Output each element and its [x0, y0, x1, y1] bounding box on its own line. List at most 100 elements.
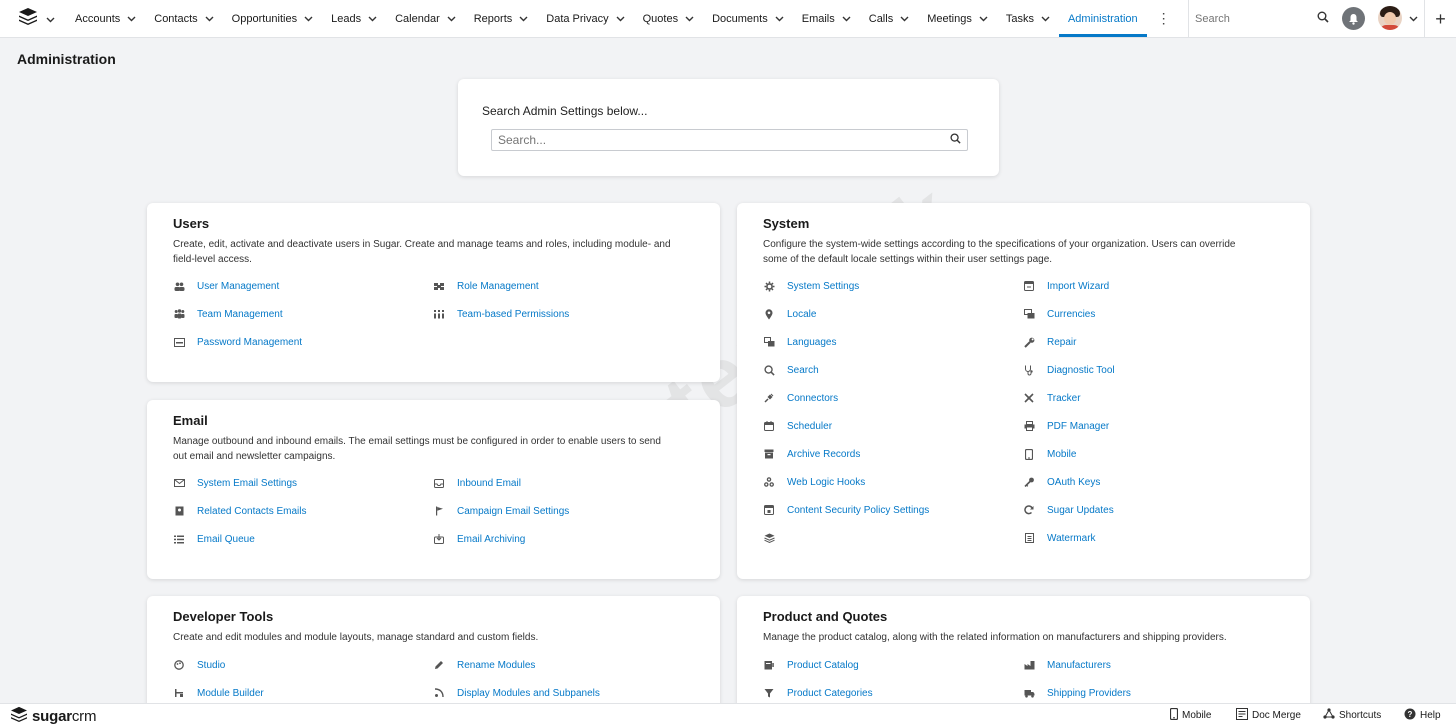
- link-diagnostic-tool[interactable]: Diagnostic Tool: [1023, 364, 1115, 376]
- footer-shortcuts-button[interactable]: Shortcuts: [1323, 708, 1381, 723]
- link-system-email-settings[interactable]: System Email Settings: [173, 477, 297, 489]
- link-sugar-updates[interactable]: Sugar Updates: [1023, 504, 1114, 516]
- link-user-management[interactable]: User Management: [173, 280, 279, 292]
- link-mobile[interactable]: Mobile: [1023, 448, 1076, 460]
- notifications-bell-icon[interactable]: [1342, 7, 1365, 30]
- password-icon: [173, 336, 185, 348]
- link-system-settings[interactable]: System Settings: [763, 280, 859, 292]
- chevron-down-icon[interactable]: [685, 13, 694, 25]
- search-icon[interactable]: [1317, 10, 1329, 28]
- link-manufacturers[interactable]: Manufacturers: [1023, 659, 1111, 671]
- nav-meetings[interactable]: Meetings: [918, 0, 997, 38]
- nav-documents[interactable]: Documents: [703, 0, 793, 38]
- link-campaign-email-settings[interactable]: Campaign Email Settings: [433, 505, 569, 517]
- avatar: [1378, 6, 1402, 30]
- link-email-archiving[interactable]: Email Archiving: [433, 533, 525, 545]
- more-modules-button[interactable]: ⋮: [1153, 10, 1175, 27]
- link-currencies[interactable]: Currencies: [1023, 308, 1095, 320]
- calendar-icon: [763, 420, 775, 432]
- link-archive-records[interactable]: Archive Records: [763, 448, 860, 460]
- link-team-based-permissions[interactable]: Team-based Permissions: [433, 308, 569, 320]
- printer-icon: [1023, 420, 1035, 432]
- nav-calendar[interactable]: Calendar: [386, 0, 465, 38]
- chevron-down-icon[interactable]: [775, 13, 784, 25]
- link-unlabeled-stack[interactable]: [763, 532, 787, 544]
- nav-leads[interactable]: Leads: [322, 0, 386, 38]
- link-display-modules-and-subpanels[interactable]: Display Modules and Subpanels: [433, 687, 600, 699]
- link-watermark[interactable]: Watermark: [1023, 532, 1096, 544]
- nav-calls[interactable]: Calls: [860, 0, 918, 38]
- chevron-down-icon[interactable]: [519, 13, 528, 25]
- link-content-security-policy-settings[interactable]: Content Security Policy Settings: [763, 504, 929, 516]
- chevron-down-icon[interactable]: [616, 13, 625, 25]
- footer-doc-merge-button[interactable]: Doc Merge: [1236, 708, 1301, 723]
- shield-window-icon: [763, 504, 775, 516]
- sugar-home-menu[interactable]: [0, 0, 66, 38]
- link-team-management[interactable]: Team Management: [173, 308, 283, 320]
- chevron-down-icon[interactable]: [304, 13, 313, 25]
- chevron-down-icon[interactable]: [127, 13, 136, 25]
- section-description: Manage the product catalog, along with t…: [763, 632, 1227, 643]
- sugarcrm-logo[interactable]: sugarcrm: [10, 706, 96, 726]
- quick-create-plus-icon[interactable]: +: [1424, 0, 1456, 38]
- chevron-down-icon[interactable]: [205, 13, 214, 25]
- user-profile-menu[interactable]: [1378, 6, 1418, 30]
- chevron-down-icon[interactable]: [900, 13, 909, 25]
- link-locale[interactable]: Locale: [763, 308, 816, 320]
- link-pdf-manager[interactable]: PDF Manager: [1023, 420, 1109, 432]
- section-description: Configure the system-wide settings accor…: [763, 239, 1236, 265]
- footer-mobile-button[interactable]: Mobile: [1169, 707, 1211, 723]
- nav-administration-label: Administration: [1067, 12, 1138, 25]
- link-inbound-email[interactable]: Inbound Email: [433, 477, 521, 489]
- brand-name-light: crm: [71, 708, 97, 725]
- nav-reports[interactable]: Reports: [465, 0, 538, 38]
- link-rename-modules[interactable]: Rename Modules: [433, 659, 535, 671]
- link-connectors[interactable]: Connectors: [763, 392, 838, 404]
- search-icon[interactable]: [950, 131, 961, 149]
- admin-search-card: Search Admin Settings below...: [458, 79, 999, 176]
- stethoscope-icon: [1023, 364, 1035, 376]
- nav-administration[interactable]: Administration: [1058, 0, 1147, 38]
- link-studio[interactable]: Studio: [173, 659, 225, 671]
- admin-search-label: Search Admin Settings below...: [482, 104, 648, 118]
- nav-calendar-label: Calendar: [395, 12, 440, 25]
- link-scheduler[interactable]: Scheduler: [763, 420, 832, 432]
- chevron-down-icon[interactable]: [447, 13, 456, 25]
- page-title: Administration: [17, 51, 116, 67]
- link-oauth-keys[interactable]: OAuth Keys: [1023, 476, 1100, 488]
- link-repair[interactable]: Repair: [1023, 336, 1076, 348]
- nav-emails-label: Emails: [801, 12, 835, 25]
- nav-accounts[interactable]: Accounts: [66, 0, 145, 38]
- admin-search-input[interactable]: [498, 133, 950, 147]
- link-role-management[interactable]: Role Management: [433, 280, 539, 292]
- link-languages[interactable]: Languages: [763, 336, 837, 348]
- link-product-catalog[interactable]: Product Catalog: [763, 659, 859, 671]
- webhook-icon: [763, 476, 775, 488]
- factory-icon: [1023, 659, 1035, 671]
- link-related-contacts-emails[interactable]: Related Contacts Emails: [173, 505, 307, 517]
- link-import-wizard[interactable]: Import Wizard: [1023, 280, 1109, 292]
- link-module-builder[interactable]: Module Builder: [173, 687, 264, 699]
- link-tracker[interactable]: Tracker: [1023, 392, 1081, 404]
- link-password-management[interactable]: Password Management: [173, 336, 302, 348]
- link-web-logic-hooks[interactable]: Web Logic Hooks: [763, 476, 865, 488]
- link-product-categories[interactable]: Product Categories: [763, 687, 873, 699]
- link-email-queue[interactable]: Email Queue: [173, 533, 255, 545]
- nav-quotes[interactable]: Quotes: [634, 0, 703, 38]
- flag-icon: [433, 505, 445, 517]
- chevron-down-icon[interactable]: [1041, 13, 1050, 25]
- chevron-down-icon[interactable]: [368, 13, 377, 25]
- nav-tasks[interactable]: Tasks: [997, 0, 1059, 38]
- refresh-icon: [1023, 504, 1035, 516]
- chevron-down-icon[interactable]: [842, 13, 851, 25]
- global-search-input[interactable]: [1195, 13, 1313, 25]
- link-search-settings[interactable]: Search: [763, 364, 819, 376]
- global-search: [1188, 0, 1336, 38]
- chevron-down-icon[interactable]: [979, 13, 988, 25]
- link-shipping-providers[interactable]: Shipping Providers: [1023, 687, 1131, 699]
- nav-data-privacy[interactable]: Data Privacy: [537, 0, 633, 38]
- nav-opportunities[interactable]: Opportunities: [223, 0, 322, 38]
- nav-contacts[interactable]: Contacts: [145, 0, 222, 38]
- footer-help-button[interactable]: ? Help: [1404, 708, 1441, 723]
- nav-emails[interactable]: Emails: [793, 0, 860, 38]
